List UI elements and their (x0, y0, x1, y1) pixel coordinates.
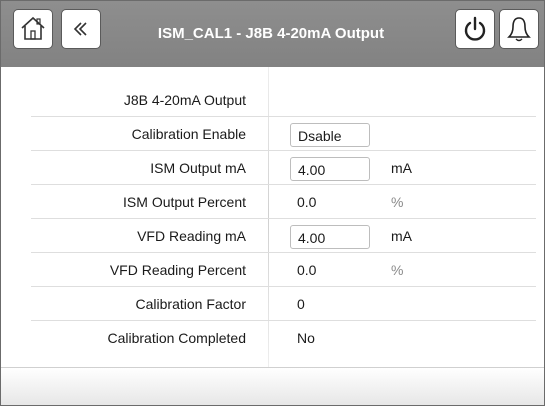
unit-label: mA (391, 228, 412, 244)
row-label: VFD Reading mA (137, 228, 246, 244)
row-label: Calibration Completed (107, 330, 246, 346)
header-bar: ISM_CAL1 - J8B 4-20mA Output (1, 1, 544, 67)
home-button[interactable] (13, 9, 53, 49)
row-ism-output-ma: ISM Output mA 4.00 mA (1, 151, 544, 185)
power-icon (464, 16, 486, 41)
unit-label: % (391, 262, 404, 278)
page-title: ISM_CAL1 - J8B 4-20mA Output (157, 25, 385, 42)
calibration-factor-value: 0 (297, 296, 305, 312)
row-label: J8B 4-20mA Output (123, 92, 246, 108)
row-label: ISM Output Percent (123, 194, 246, 210)
power-button[interactable] (455, 9, 495, 49)
footer-bar (1, 367, 544, 405)
back-button[interactable] (61, 9, 101, 49)
home-icon (21, 16, 45, 40)
row-calibration-factor: Calibration Factor 0 (1, 287, 544, 321)
ism-output-ma-input[interactable]: 4.00 (290, 157, 370, 181)
calibration-enable-select[interactable]: Dsable (290, 123, 370, 147)
row-label: VFD Reading Percent (109, 262, 246, 278)
unit-label: % (391, 194, 404, 210)
alarm-button[interactable] (499, 9, 539, 49)
row-label: Calibration Enable (131, 126, 246, 142)
vfd-reading-ma-input[interactable]: 4.00 (290, 225, 370, 249)
row-vfd-reading-ma: VFD Reading mA 4.00 mA (1, 219, 544, 253)
row-vfd-reading-percent: VFD Reading Percent 0.0 % (1, 253, 544, 287)
unit-label: mA (391, 160, 412, 176)
screen-frame: ISM_CAL1 - J8B 4-20mA Output J8B 4-20mA … (0, 0, 545, 406)
row-label: ISM Output mA (150, 160, 246, 176)
row-calibration-completed: Calibration Completed No (1, 321, 544, 355)
chevron-left-icon (73, 22, 87, 36)
bell-icon (507, 17, 531, 42)
ism-output-percent-value: 0.0 (297, 194, 317, 210)
row-label: Calibration Factor (135, 296, 247, 312)
row-j8b-output: J8B 4-20mA Output (1, 83, 544, 117)
row-calibration-enable: Calibration Enable Dsable (1, 117, 544, 151)
calibration-completed-value: No (297, 330, 315, 346)
row-ism-output-percent: ISM Output Percent 0.0 % (1, 185, 544, 219)
settings-panel: J8B 4-20mA Output Calibration Enable Dsa… (1, 67, 544, 367)
vfd-reading-percent-value: 0.0 (297, 262, 317, 278)
